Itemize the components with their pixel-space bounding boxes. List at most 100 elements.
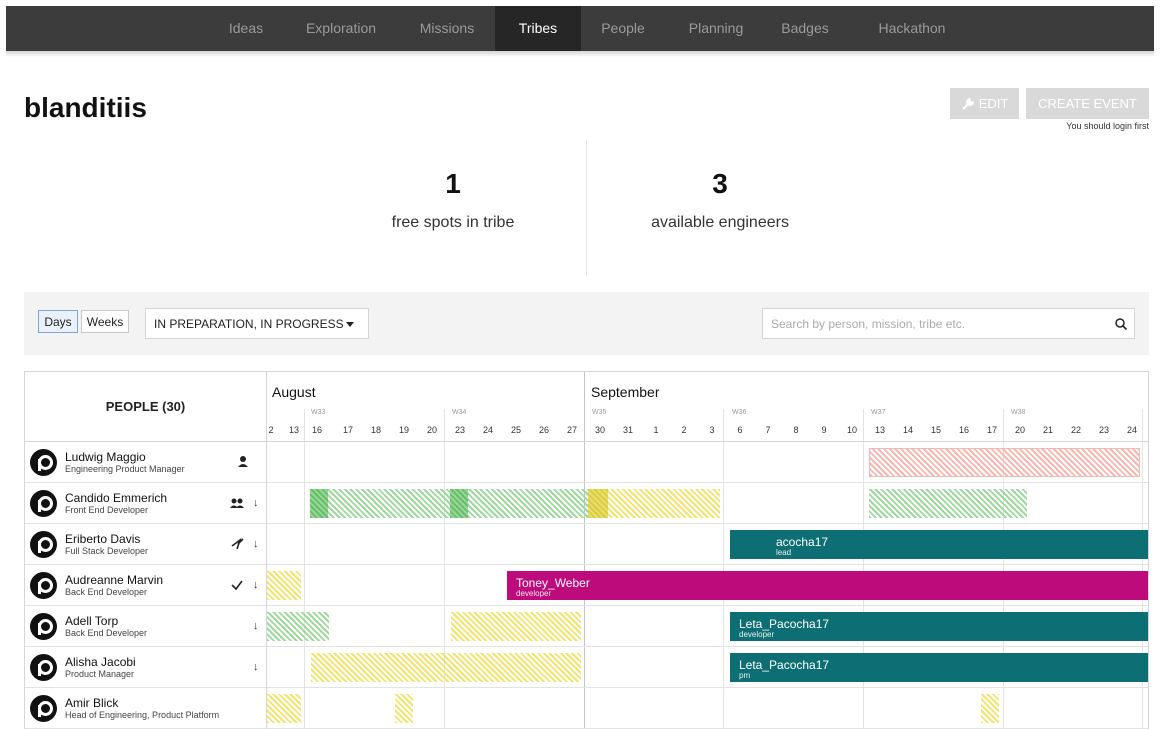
nav-hackathon[interactable]: Hackathon xyxy=(862,6,962,51)
expand-arrow[interactable]: ↓ xyxy=(253,579,259,591)
day-label: 19 xyxy=(398,425,409,435)
nav-exploration[interactable]: Exploration xyxy=(291,6,391,51)
day-label: 3 xyxy=(709,425,715,435)
day-label: 2 xyxy=(268,425,274,435)
day-label: 20 xyxy=(426,425,437,435)
avatar xyxy=(30,449,57,476)
table-row[interactable]: Audreanne Marvin Back End Developer ↓ To… xyxy=(25,565,1148,606)
day-label: 2 xyxy=(681,425,687,435)
engineers-stat: 3 available engineers xyxy=(570,168,870,232)
availability-bar[interactable] xyxy=(869,448,1140,477)
day-label: 6 xyxy=(737,425,743,435)
person-name: Eriberto Davis xyxy=(65,532,141,546)
timeline-grid: PEOPLE (30) August September W33 W34 W35… xyxy=(24,371,1149,729)
table-row[interactable]: Ludwig Maggio Engineering Product Manage… xyxy=(25,442,1148,483)
person-role: Product Manager xyxy=(65,669,135,679)
expand-arrow[interactable]: ↓ xyxy=(253,661,259,673)
avatar xyxy=(30,490,57,517)
week-label: W35 xyxy=(592,409,607,416)
nav-tribes[interactable]: Tribes xyxy=(495,6,581,51)
nav-shadow xyxy=(6,51,1154,57)
day-label: 25 xyxy=(510,425,521,435)
weeks-toggle[interactable]: Weeks xyxy=(81,310,129,333)
table-row[interactable]: Alisha Jacobi Product Manager ↓ Leta_Pac… xyxy=(25,647,1148,688)
status-select-value: IN PREPARATION, IN PROGRESS xyxy=(154,316,344,331)
day-label: 7 xyxy=(765,425,771,435)
day-label: 8 xyxy=(793,425,799,435)
assignment-title: Leta_Pacocha17 xyxy=(739,658,830,672)
day-label: 13 xyxy=(874,425,885,435)
edit-button[interactable]: EDIT xyxy=(950,88,1019,119)
engineers-label: available engineers xyxy=(651,214,789,231)
availability-overlap xyxy=(588,489,608,518)
search-icon[interactable] xyxy=(1114,317,1128,331)
day-label: 22 xyxy=(1070,425,1081,435)
days-toggle[interactable]: Days xyxy=(38,310,78,333)
day-label: 23 xyxy=(1098,425,1109,435)
person-cell: Amir Blick Head of Engineering, Product … xyxy=(25,688,267,729)
day-label: 16 xyxy=(958,425,969,435)
assignment-bar[interactable]: Leta_Pacocha17 pm xyxy=(730,653,1148,682)
person-name: Adell Torp xyxy=(65,614,119,628)
table-row[interactable]: Amir Blick Head of Engineering, Product … xyxy=(25,688,1148,729)
availability-bar[interactable] xyxy=(267,612,329,641)
availability-bar[interactable] xyxy=(869,489,1027,518)
expand-arrow[interactable]: ↓ xyxy=(253,497,259,509)
person-role: Front End Developer xyxy=(65,505,149,515)
day-label: 26 xyxy=(538,425,549,435)
availability-bar[interactable] xyxy=(267,694,301,723)
assignment-role: lead xyxy=(776,548,792,557)
person-name: Candido Emmerich xyxy=(65,491,168,505)
person-cell: Eriberto Davis Full Stack Developer ↓ xyxy=(25,524,267,565)
availability-bar[interactable] xyxy=(981,694,999,723)
engineers-count: 3 xyxy=(712,168,728,199)
nav-badges[interactable]: Badges xyxy=(770,6,840,51)
nav-people[interactable]: People xyxy=(590,6,656,51)
assignment-bar[interactable]: Leta_Pacocha17 developer xyxy=(730,612,1148,641)
day-label: 20 xyxy=(1014,425,1025,435)
table-row[interactable]: Candido Emmerich Front End Developer ↓ xyxy=(25,483,1148,524)
person-cell: Audreanne Marvin Back End Developer ↓ xyxy=(25,565,267,606)
person-role: Full Stack Developer xyxy=(65,546,149,556)
free-spots-stat: 1 free spots in tribe xyxy=(303,168,603,232)
day-label: 17 xyxy=(342,425,353,435)
assignment-title: Toney_Weber xyxy=(516,576,590,590)
assignment-role: pm xyxy=(739,671,751,680)
status-select[interactable]: IN PREPARATION, IN PROGRESS xyxy=(145,308,369,339)
create-event-button[interactable]: CREATE EVENT xyxy=(1026,88,1149,119)
day-label: 30 xyxy=(594,425,605,435)
nav-ideas[interactable]: Ideas xyxy=(216,6,276,51)
availability-bar[interactable] xyxy=(267,571,301,600)
assignment-bar[interactable]: acocha17 lead xyxy=(730,530,1148,559)
chevron-down-icon xyxy=(346,322,354,327)
table-row[interactable]: Eriberto Davis Full Stack Developer ↓ ac… xyxy=(25,524,1148,565)
person-name: Audreanne Marvin xyxy=(65,573,164,587)
availability-bar[interactable] xyxy=(395,694,413,723)
month-label: September xyxy=(591,384,660,400)
expand-arrow[interactable]: ↓ xyxy=(253,538,259,550)
week-label: W33 xyxy=(311,409,326,416)
person-name: Amir Blick xyxy=(65,696,119,710)
nav-planning[interactable]: Planning xyxy=(676,6,756,51)
group-icon xyxy=(230,498,244,508)
availability-bar[interactable] xyxy=(311,653,581,682)
person-name: Alisha Jacobi xyxy=(65,655,136,669)
day-label: 24 xyxy=(1126,425,1137,435)
wrench-icon xyxy=(961,97,974,110)
page-title: blanditiis xyxy=(24,92,147,123)
avatar xyxy=(30,613,57,640)
search-input[interactable] xyxy=(762,308,1135,339)
avatar xyxy=(30,695,57,722)
month-label: August xyxy=(272,384,316,400)
day-label: 24 xyxy=(482,425,493,435)
nav-missions[interactable]: Missions xyxy=(406,6,488,51)
edit-label: EDIT xyxy=(978,96,1009,111)
day-label: 9 xyxy=(821,425,827,435)
availability-bar[interactable] xyxy=(451,612,581,641)
expand-arrow[interactable]: ↓ xyxy=(253,620,259,632)
check-icon xyxy=(231,580,243,591)
table-row[interactable]: Adell Torp Back End Developer ↓ Leta_Pac… xyxy=(25,606,1148,647)
day-label: 15 xyxy=(930,425,941,435)
assignment-bar[interactable]: Toney_Weber developer xyxy=(507,571,1148,600)
day-label: 10 xyxy=(846,425,857,435)
